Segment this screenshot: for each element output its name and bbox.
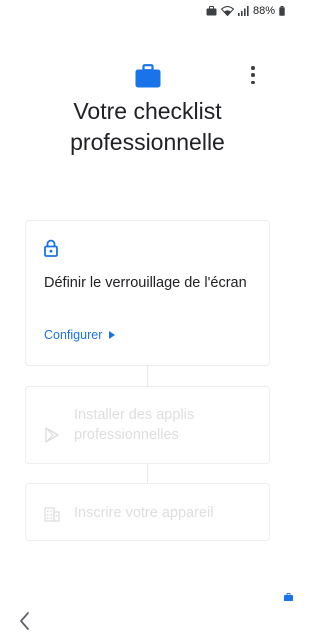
configure-label: Configurer [44, 328, 103, 342]
page-title: Votre checklist professionnelle [70, 98, 225, 155]
signal-icon [237, 6, 249, 16]
menu-dot [251, 80, 255, 84]
chevron-left-icon[interactable] [16, 610, 34, 632]
work-badge-icon [284, 593, 293, 601]
menu-dot [251, 66, 255, 70]
work-profile-icon [206, 6, 217, 16]
briefcase-icon [135, 64, 161, 88]
lock-icon [44, 239, 58, 257]
building-icon [44, 507, 60, 522]
play-arrow-icon [109, 331, 116, 339]
battery-icon [279, 6, 285, 16]
step-connector [147, 464, 148, 483]
more-vert-icon[interactable] [246, 66, 260, 84]
step-connector [147, 366, 148, 386]
task-card-install-apps: Installer des applis professionnelles [25, 386, 270, 464]
task-title-screen-lock: Définir le verrouillage de l'écran [44, 275, 247, 291]
task-title-install-apps: Installer des applis professionnelles [74, 407, 195, 443]
task-title-enroll-device: Inscrire votre appareil [74, 505, 214, 521]
wifi-icon [220, 6, 234, 16]
status-icons: 88% [206, 5, 285, 17]
play-store-icon [45, 427, 59, 443]
battery-percent: 88% [252, 5, 275, 17]
task-card-screen-lock: Définir le verrouillage de l'écran Confi… [25, 220, 270, 366]
menu-dot [251, 73, 255, 77]
configure-button[interactable]: Configurer [44, 328, 116, 342]
status-bar: 88% [0, 0, 295, 26]
task-card-enroll-device: Inscrire votre appareil [25, 483, 270, 541]
